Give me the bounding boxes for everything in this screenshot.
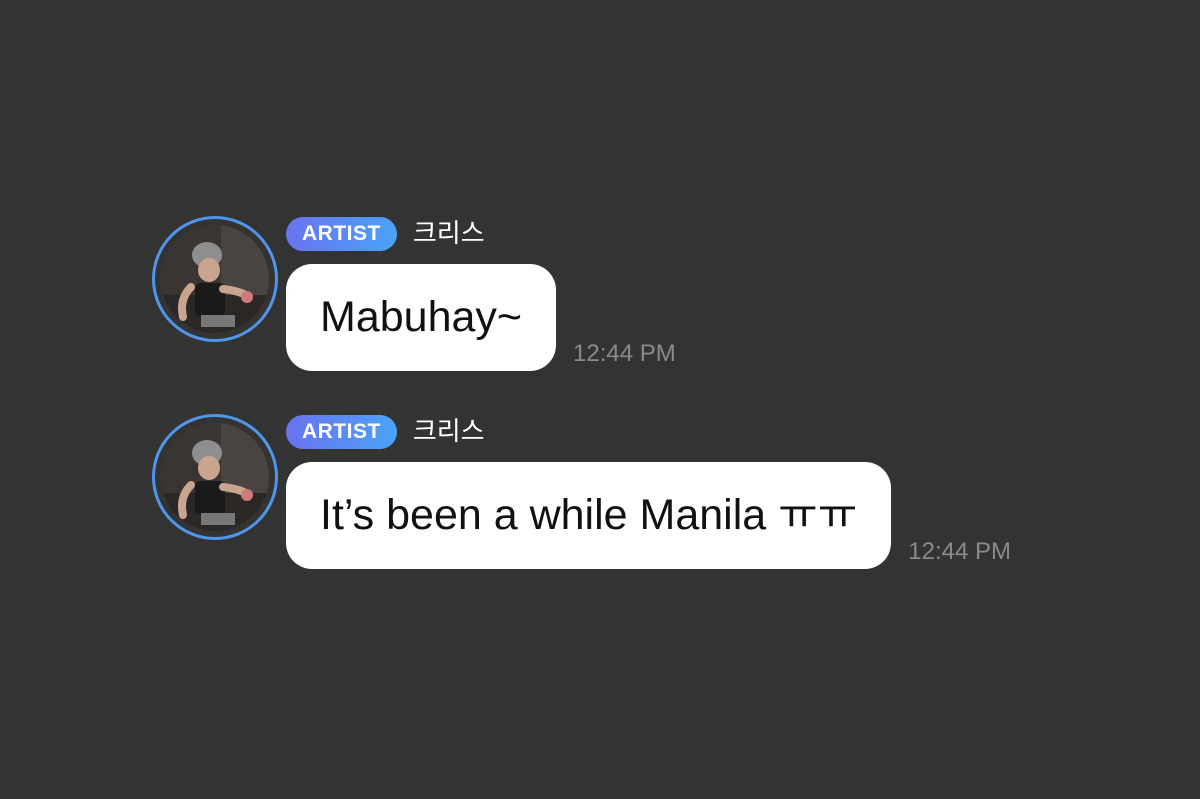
sender-name[interactable]: 크리스 xyxy=(413,217,485,251)
message-item: ARTIST 크리스 Mabuhay~ 12:44 PM xyxy=(152,216,1132,376)
message-header: ARTIST 크리스 xyxy=(286,414,485,450)
avatar[interactable] xyxy=(152,216,278,342)
message-header: ARTIST 크리스 xyxy=(286,216,485,252)
bubble-row: It’s been a while Manila ㅠㅠ 12:44 PM xyxy=(286,462,1011,569)
message-bubble[interactable]: It’s been a while Manila ㅠㅠ xyxy=(286,462,892,569)
message-bubble[interactable]: Mabuhay~ xyxy=(286,264,557,371)
sender-name[interactable]: 크리스 xyxy=(413,415,485,449)
avatar[interactable] xyxy=(152,414,278,540)
message-item: ARTIST 크리스 It’s been a while Manila ㅠㅠ 1… xyxy=(152,414,1132,574)
chat-thread: ARTIST 크리스 Mabuhay~ 12:44 PM ARTIST 크리스 … xyxy=(0,0,1200,799)
artist-badge: ARTIST xyxy=(286,415,397,449)
profile-photo-icon xyxy=(161,423,269,531)
artist-badge: ARTIST xyxy=(286,217,397,251)
profile-photo-icon xyxy=(161,225,269,333)
bubble-row: Mabuhay~ 12:44 PM xyxy=(286,264,676,371)
message-timestamp: 12:44 PM xyxy=(908,538,1011,565)
message-timestamp: 12:44 PM xyxy=(573,340,676,367)
